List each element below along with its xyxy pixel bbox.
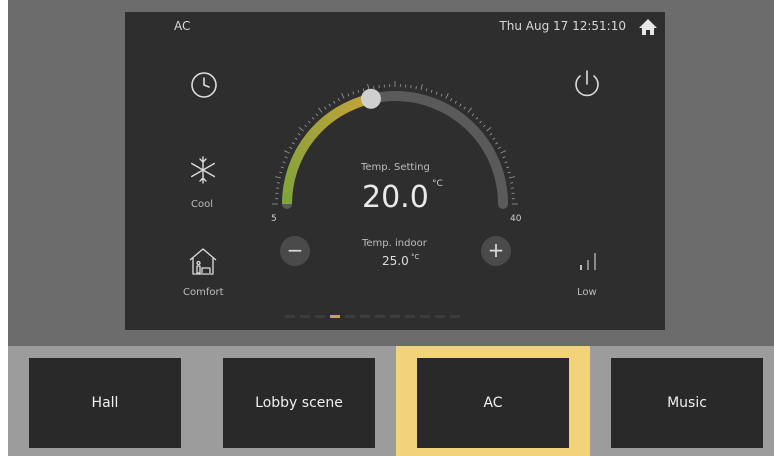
page-dot[interactable] [450,315,460,318]
gauge-tick [445,93,449,99]
gauge-tick [420,84,423,90]
gauge-tick [328,103,331,107]
gauge-tick [510,182,514,184]
page-dot[interactable] [315,315,325,318]
gauge-tick [492,137,496,140]
gauge-tick [311,117,315,120]
page-dot[interactable] [345,315,355,318]
page-dot[interactable] [375,315,385,318]
gauge-tick [471,113,475,117]
gauge-tick [298,126,304,132]
indoor-label: Temp. indoor [362,238,427,249]
gauge-tick [352,91,355,95]
indoor-unit: °C [411,253,420,261]
page-dot[interactable] [435,315,445,318]
gauge-tick [482,124,486,128]
setting-label: Temp. Setting [361,162,430,173]
gauge-tick [362,88,365,92]
gauge-tick [509,176,515,179]
scale-min-label: 5 [271,214,277,224]
gauge-tick [308,120,311,124]
gauge-tick [333,100,336,104]
tile-hall[interactable]: Hall [29,358,181,448]
page-dot[interactable] [420,315,430,318]
gauge-tick [337,98,340,102]
tile-music[interactable]: Music [611,358,763,448]
gauge-tick [467,107,473,113]
gauge-tick [440,93,443,97]
gauge-tick [502,156,506,159]
thermostat-screen: AC Thu Aug 17 12:51:10 Cool Comfort Low … [125,12,665,330]
gauge-tick [475,117,479,120]
gauge-tick [500,150,506,154]
gauge-tick [289,146,293,149]
gauge-tick [463,106,466,110]
gauge-tick [282,161,286,164]
page-dot[interactable] [300,315,310,318]
gauge-tick [324,106,327,110]
gauge-tick [291,142,295,145]
decrease-button[interactable]: − [280,236,310,266]
gauge-tick [276,182,280,184]
gauge-tick [415,85,417,89]
gauge-tick [279,171,283,174]
gauge-tick [435,91,438,95]
gauge-tick [425,88,428,92]
gauge-tick [459,103,462,107]
gauge-tick [450,98,453,102]
page-dot[interactable] [285,315,295,318]
page-dot[interactable] [360,315,370,318]
gauge-tick [357,89,360,93]
setting-value: 20.0 [362,180,429,215]
gauge-tick [486,126,492,132]
gauge-tick [504,161,508,164]
scene-tiles: Hall Lobby scene AC Music [8,346,774,456]
gauge-tick [347,93,350,97]
gauge-tick [497,146,501,149]
tile-ac[interactable]: AC [417,358,569,448]
gauge-tick [506,166,510,169]
gauge-tick [315,113,319,117]
gauge-tick [294,137,298,140]
gauge-tick [275,176,281,179]
page-indicator [285,315,460,318]
gauge-tick [284,156,288,159]
gauge-tick [489,133,493,136]
gauge-tick [284,150,290,154]
setting-unit: °C [432,179,443,189]
gauge-tick [430,89,433,93]
gauge-tick [317,107,323,113]
gauge-knob[interactable] [361,88,381,109]
gauge-tick [304,124,308,128]
gauge-tick [454,100,457,104]
increase-button[interactable]: + [481,236,511,266]
page-dot[interactable] [390,315,400,318]
scale-max-label: 40 [510,214,522,224]
indoor-value: 25.0 [382,254,409,268]
page-dot[interactable] [330,315,340,318]
gauge-tick [280,166,284,169]
page-dot[interactable] [405,315,415,318]
gauge-tick [495,142,499,145]
gauge-tick [297,133,301,136]
gauge-tick [341,93,345,99]
tile-lobby-scene[interactable]: Lobby scene [223,358,375,448]
gauge-tick [479,120,482,124]
gauge-tick [507,171,511,174]
gauge-tick [373,85,375,89]
